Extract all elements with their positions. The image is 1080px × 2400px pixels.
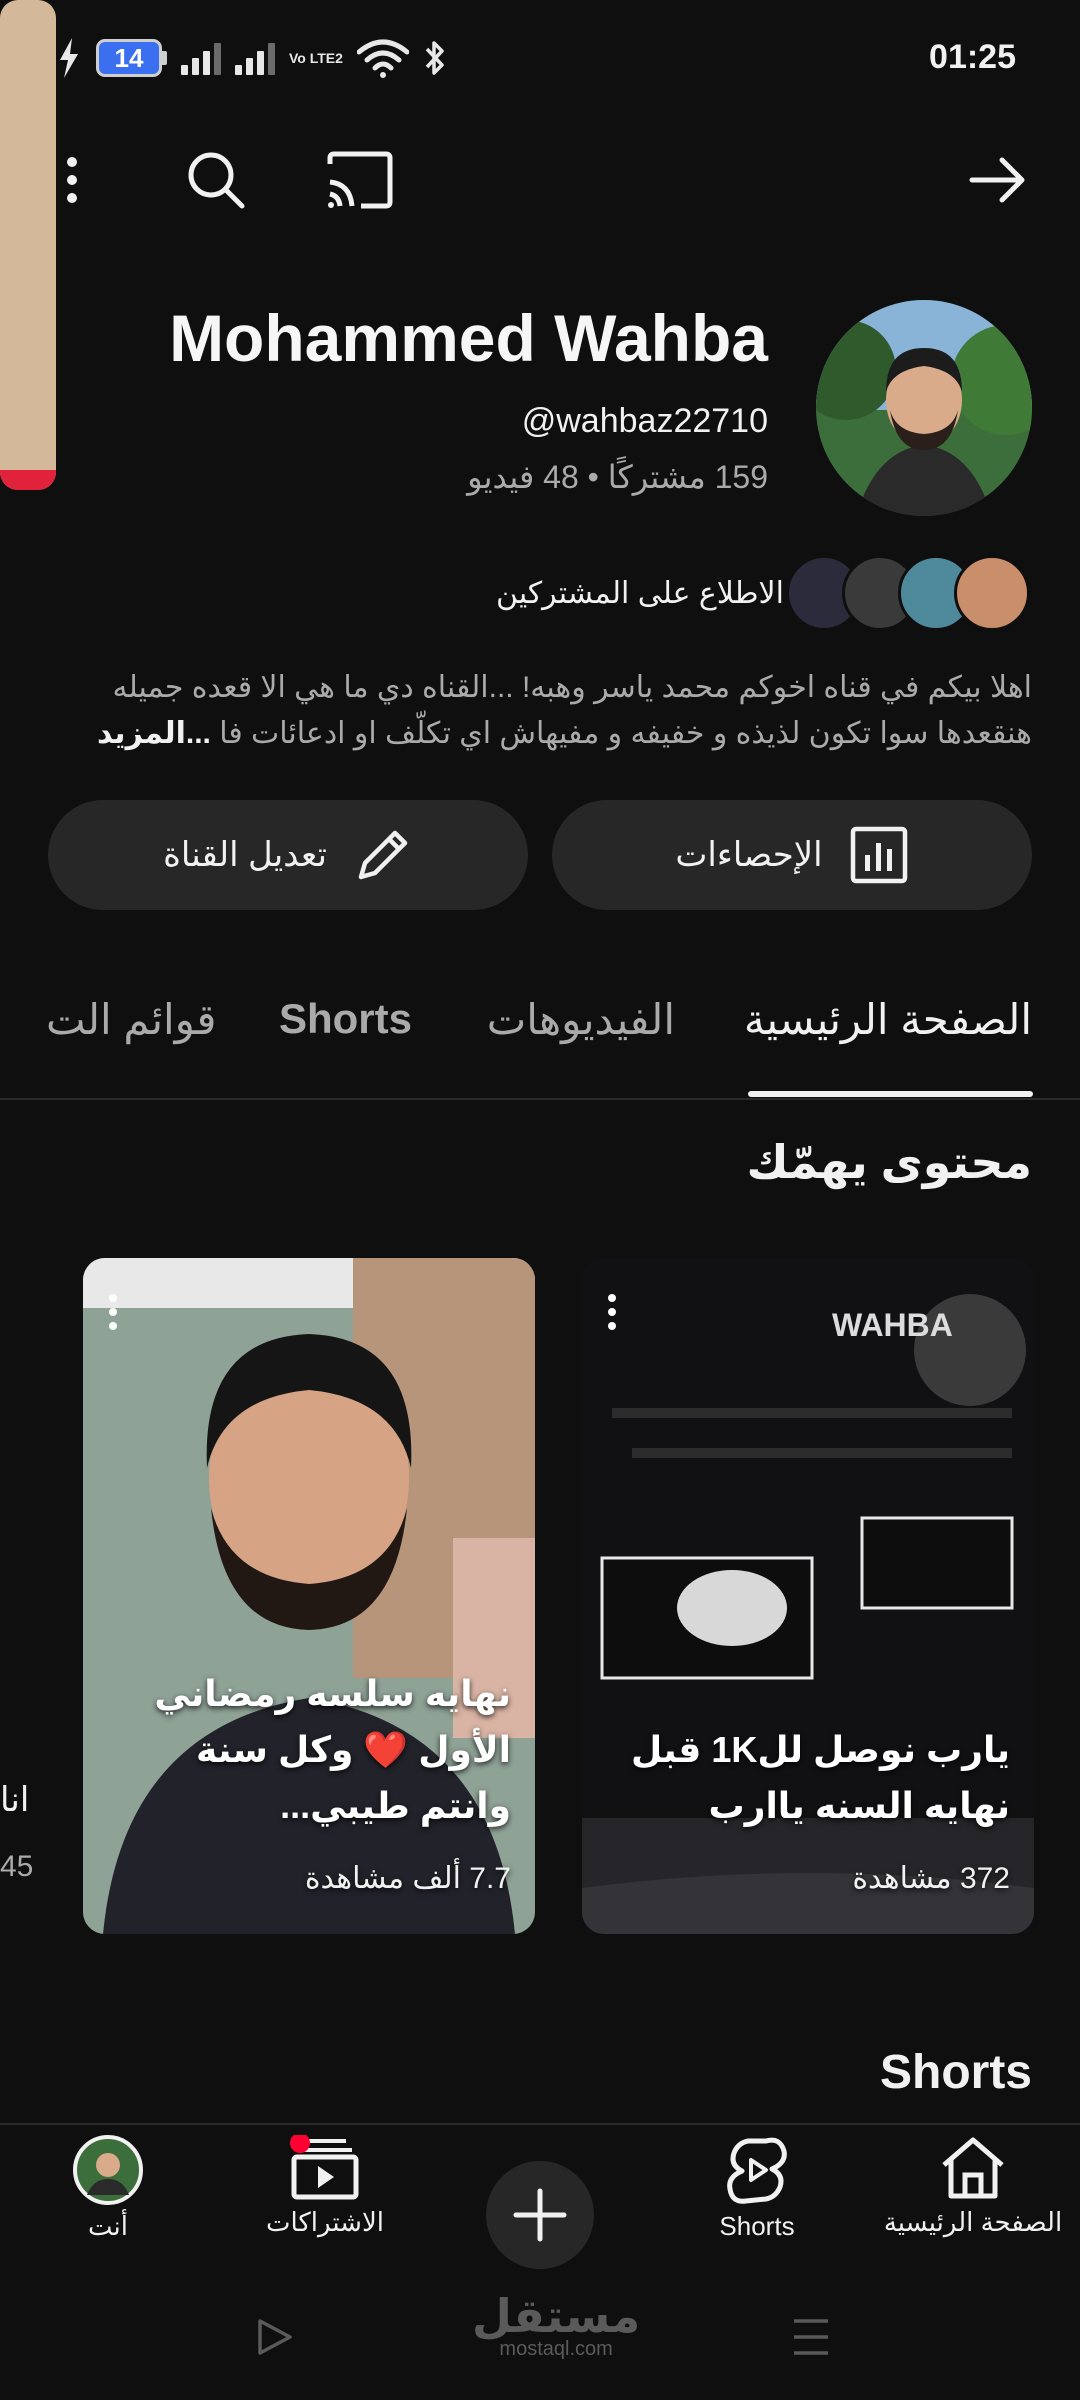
pencil-icon <box>358 830 408 880</box>
volte-icon: Vo LTE2 <box>289 49 343 66</box>
nav-home-label: الصفحة الرئيسية <box>883 2207 1063 2237</box>
channel-tabs: الصفحة الرئيسية الفيديوهات Shorts قوائم … <box>0 985 1080 1100</box>
nav-shorts-label: Shorts <box>719 2211 795 2241</box>
tab-videos[interactable]: الفيديوهات <box>487 995 675 1044</box>
back-triangle-icon[interactable] <box>254 2317 294 2357</box>
clock: 01:25 <box>929 38 1016 76</box>
bottom-navigation: الصفحة الرئيسية Shorts الاشتراكات أنت <box>0 2123 1080 2283</box>
tab-playlists[interactable]: قوائم الت <box>46 995 216 1044</box>
subscriptions-icon <box>290 2135 359 2200</box>
tab-home[interactable]: الصفحة الرئيسية <box>744 995 1032 1044</box>
subscriber-avatar <box>954 555 1030 631</box>
description-line: اهلا بيكم في قناه اخوكم محمد ياسر وهبه! … <box>112 671 1032 704</box>
system-navigation-bar: مستقل mostaql.com <box>0 2283 1080 2400</box>
signal-icon-2 <box>235 41 275 75</box>
top-app-bar <box>0 140 1080 220</box>
plus-icon <box>513 2188 567 2242</box>
analytics-label: الإحصاءات <box>675 836 823 874</box>
battery-level: 14 <box>96 39 162 77</box>
watermark: مستقل mostaql.com <box>472 2293 640 2359</box>
channel-name: Mohammed Wahba <box>169 301 768 375</box>
edit-channel-label: تعديل القناة <box>163 836 327 874</box>
nav-you[interactable]: أنت <box>8 2135 208 2242</box>
video-title: يارب نوصل لل1K قبل نهايه السنه ياارب <box>630 1729 1010 1826</box>
cast-icon[interactable] <box>320 140 400 220</box>
subscribers-row[interactable]: الاطلاع على المشتركين <box>496 555 1030 631</box>
profile-avatar-icon <box>73 2135 143 2205</box>
more-link[interactable]: ...المزيد <box>97 717 211 750</box>
view-subscribers-link[interactable]: الاطلاع على المشتركين <box>496 576 784 611</box>
more-vert-icon[interactable] <box>32 140 112 220</box>
more-vert-icon[interactable] <box>101 1292 125 1332</box>
channel-handle: @wahbaz22710 <box>521 402 768 440</box>
search-icon[interactable] <box>176 140 256 220</box>
bluetooth-icon <box>425 41 444 75</box>
more-vert-icon[interactable] <box>600 1292 624 1332</box>
signal-icon <box>181 41 221 75</box>
status-bar: 14 Vo LTE2 01:25 <box>0 0 1080 120</box>
forward-arrow-icon[interactable] <box>958 140 1038 220</box>
nav-you-label: أنت <box>88 2211 128 2241</box>
video-card[interactable]: نهايه سلسه رمضاني الأول ❤️ وكل سنة وانتم… <box>83 1258 535 1934</box>
channel-avatar[interactable] <box>816 300 1032 516</box>
svg-text:WAHBA: WAHBA <box>832 1307 953 1343</box>
recents-menu-icon[interactable] <box>792 2317 830 2357</box>
battery-icon: 14 <box>96 39 167 77</box>
channel-description[interactable]: اهلا بيكم في قناه اخوكم محمد ياسر وهبه! … <box>58 665 1032 757</box>
home-icon <box>942 2137 1004 2199</box>
watermark-arabic: مستقل <box>472 2290 641 2342</box>
nav-subscriptions[interactable]: الاشتراكات <box>225 2135 425 2238</box>
status-icons: 14 Vo LTE2 <box>56 38 447 78</box>
video-views-partial: 45 <box>0 1850 34 1883</box>
charging-icon <box>60 38 78 78</box>
nav-shorts[interactable]: Shorts <box>657 2135 857 2242</box>
divider <box>0 1098 1080 1100</box>
video-title-partial: انا <box>0 1781 30 1819</box>
description-line: هنقعدها سوا تكون لذيذه و خفيفه و مفيهاش … <box>219 717 1032 750</box>
section-title: محتوى يهمّك <box>746 1136 1032 1188</box>
shorts-section-title: Shorts <box>879 2046 1032 2099</box>
analytics-icon <box>850 826 907 884</box>
edit-channel-button[interactable]: تعديل القناة <box>48 800 528 910</box>
create-button[interactable] <box>486 2161 594 2269</box>
nav-home[interactable]: الصفحة الرئيسية <box>873 2135 1073 2238</box>
video-title: نهايه سلسه رمضاني الأول ❤️ وكل سنة وانتم… <box>154 1673 511 1826</box>
active-tab-indicator <box>748 1091 1033 1097</box>
watermark-latin: mostaql.com <box>499 2338 613 2360</box>
analytics-button[interactable]: الإحصاءات <box>552 800 1032 910</box>
video-views: 372 مشاهدة <box>852 1862 1010 1895</box>
wifi-icon <box>356 39 409 78</box>
subscriber-avatars <box>786 555 1030 631</box>
tab-shorts[interactable]: Shorts <box>279 995 412 1043</box>
nav-subscriptions-label: الاشتراكات <box>265 2207 385 2237</box>
channel-stats: 159 مشتركًا • 48 فيديو <box>467 459 768 495</box>
video-card[interactable]: WAHBA يارب نوصل لل1K قبل نهايه السنه ياا… <box>582 1258 1034 1934</box>
shorts-icon <box>727 2137 787 2204</box>
video-views: 7.7 ألف مشاهدة <box>304 1862 511 1895</box>
